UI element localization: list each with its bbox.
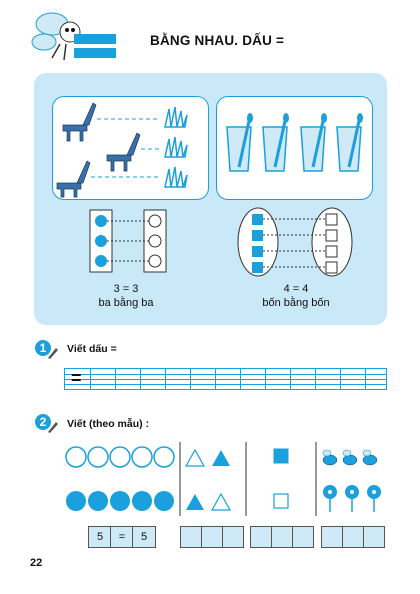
left-equation-words: ba bằng ba (98, 297, 154, 309)
three-matching-diagram (89, 209, 167, 273)
answer-box[interactable] (180, 526, 202, 548)
left-equation: 3 = 3 (113, 283, 139, 295)
handwriting-grid[interactable]: = (64, 368, 387, 390)
example-right-value: 5 (132, 526, 156, 548)
answer-box[interactable] (222, 526, 244, 548)
exercise-2-label: Viết (theo mẫu) : (67, 418, 150, 430)
exercise-2-illustrations (65, 442, 381, 516)
answer-box[interactable] (201, 526, 223, 548)
example-left-value: 5 (88, 526, 112, 548)
answer-box[interactable] (342, 526, 364, 548)
four-matching-diagram (237, 207, 353, 277)
pencil-icon (48, 422, 58, 433)
cup-spoon-illustration (226, 113, 363, 172)
page-title: BẰNG NHAU. DẤU = (150, 33, 285, 48)
answer-box[interactable] (321, 526, 343, 548)
answer-box[interactable] (271, 526, 293, 548)
right-equation-words: bốn bằng bốn (262, 297, 330, 309)
cup-spoon-card (216, 96, 373, 200)
mascot-illustration (31, 12, 116, 61)
giraffe-grass-illustration (56, 102, 188, 198)
answer-box[interactable] (363, 526, 385, 548)
sample-equal-sign: = (71, 368, 82, 388)
page-number: 22 (30, 557, 43, 569)
example-sign: = (110, 526, 134, 548)
right-equation: 4 = 4 (283, 283, 309, 295)
answer-box[interactable] (292, 526, 314, 548)
exercise-1-label: Viết dấu = (67, 343, 117, 355)
giraffe-grass-card (52, 96, 209, 200)
pencil-icon (48, 348, 58, 359)
answer-box[interactable] (250, 526, 272, 548)
